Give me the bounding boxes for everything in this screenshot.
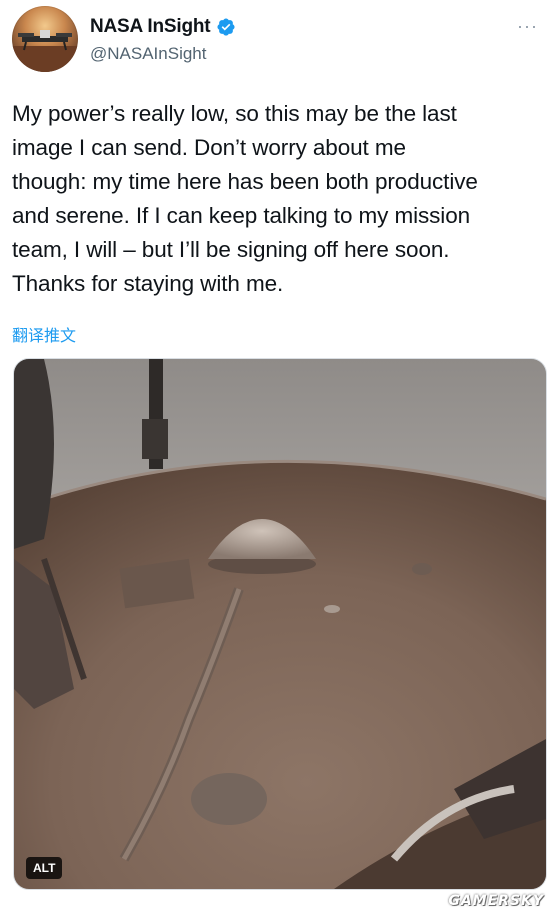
handle[interactable]: @NASAInSight xyxy=(90,44,206,64)
translate-tweet-link[interactable]: 翻译推文 xyxy=(12,322,76,346)
alt-text-badge[interactable]: ALT xyxy=(26,857,63,879)
gamersky-watermark: GAMERSKY xyxy=(448,893,544,909)
lander-avatar-icon xyxy=(12,30,78,72)
tweet-media[interactable]: ALT xyxy=(13,358,547,890)
mars-surface-image xyxy=(14,359,546,889)
verified-badge-icon xyxy=(217,18,235,36)
tweet-header: NASA InSight @NASAInSight ··· xyxy=(12,6,538,76)
tweet-text: My power’s really low, so this may be th… xyxy=(12,101,478,296)
display-name[interactable]: NASA InSight xyxy=(90,16,211,38)
more-options-icon[interactable]: ··· xyxy=(517,16,538,37)
avatar[interactable] xyxy=(12,6,78,72)
